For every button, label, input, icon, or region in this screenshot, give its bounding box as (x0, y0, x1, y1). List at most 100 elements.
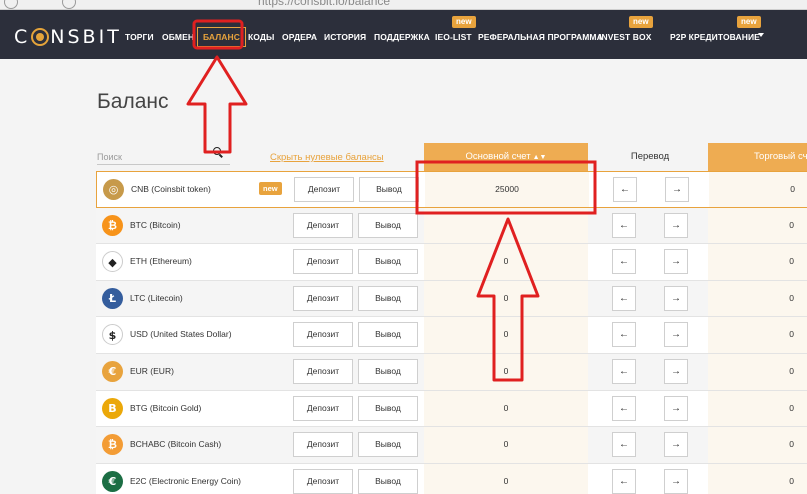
trading-account-balance: 0 (789, 439, 794, 450)
main-account-balance: 0 (503, 329, 509, 340)
transfer-right-icon[interactable]: → (664, 358, 688, 384)
transfer-left-icon[interactable]: ← (612, 432, 636, 458)
transfer-left-icon[interactable]: ← (612, 212, 636, 238)
withdraw-button[interactable]: Вывод (358, 432, 418, 458)
withdraw-button[interactable]: Вывод (358, 212, 418, 238)
main-account-balance: 0 (503, 292, 509, 303)
transfer-left-icon[interactable]: ← (612, 468, 636, 494)
transfer-left-icon[interactable]: ← (612, 358, 636, 384)
consbit-logo[interactable]: C NSBIT (14, 26, 122, 48)
transfer-right-icon[interactable]: → (664, 468, 688, 494)
coin-name: ETH (Ethereum) (130, 256, 192, 267)
reload-icon[interactable] (62, 0, 76, 9)
withdraw-button[interactable]: Вывод (358, 285, 418, 311)
trading-account-balance: 0 (789, 256, 794, 267)
deposit-button[interactable]: Депозит (294, 177, 354, 202)
deposit-button[interactable]: Депозит (293, 432, 353, 458)
transfer-right-icon[interactable]: → (664, 395, 688, 421)
nav-referral[interactable]: РЕФЕРАЛЬНАЯ ПРОГРАММА (478, 32, 603, 42)
hide-zero-balances-link[interactable]: Скрыть нулевые балансы (270, 152, 384, 163)
main-account-balance: 0 (503, 365, 509, 376)
transfer-right-icon[interactable]: → (664, 285, 688, 311)
table-row: ₿ BCHABC (Bitcoin Cash) Депозит Вывод 0 ← → 0 (96, 427, 807, 464)
coin-name: E2C (Electronic Energy Coin) (130, 475, 242, 486)
nav-invest-box[interactable]: INVEST BOX (599, 32, 651, 42)
transfer-left-icon[interactable]: ← (612, 249, 636, 275)
trading-account-balance: 0 (789, 475, 794, 486)
deposit-button[interactable]: Депозит (293, 249, 353, 275)
search-icon[interactable] (213, 147, 221, 155)
transfer-left-icon[interactable]: ← (612, 395, 636, 421)
nav-balance[interactable]: БАЛАНС (197, 27, 247, 47)
nav-exchange[interactable]: ОБМЕН (162, 32, 194, 42)
trading-account-balance: 0 (789, 219, 794, 230)
transfer-right-icon[interactable]: → (665, 177, 689, 202)
nav-orders[interactable]: ОРДЕРА (282, 32, 317, 42)
cnb-icon: ◎ (103, 179, 124, 200)
main-account-balance: 25000 (495, 184, 519, 194)
transfer-right-icon[interactable]: → (664, 249, 688, 275)
main-account-balance: 0 (503, 439, 509, 450)
trading-account-balance: 0 (790, 184, 795, 194)
coin-name: BCHABC (Bitcoin Cash) (130, 439, 222, 450)
withdraw-button[interactable]: Вывод (358, 395, 418, 421)
balance-table: ◎ CNB (Coinsbit token) new Депозит Вывод 2500… (96, 171, 807, 494)
nav-trading[interactable]: ТОРГИ (125, 32, 154, 42)
transfer-right-icon[interactable]: → (664, 212, 688, 238)
coin-name: USD (United States Dollar) (130, 329, 232, 340)
sort-icon[interactable]: ▲▼ (533, 154, 547, 161)
search-input[interactable] (97, 152, 207, 162)
new-badge: new (259, 182, 282, 195)
trading-account-balance: 0 (789, 292, 794, 303)
transfer-left-icon[interactable]: ← (613, 177, 637, 202)
eur-icon: € (102, 360, 123, 382)
transfer-right-icon[interactable]: → (664, 432, 688, 458)
main-account-balance: 0 (503, 475, 509, 486)
table-row: ₿ BTC (Bitcoin) Депозит Вывод ← → 0 (96, 207, 807, 245)
btc-icon: ₿ (102, 214, 123, 236)
search-field[interactable] (97, 147, 230, 165)
coin-name: EUR (EUR) (130, 365, 174, 376)
deposit-button[interactable]: Депозит (293, 322, 353, 348)
table-row: $ USD (United States Dollar) Депозит Вывод 0… (96, 317, 807, 354)
chevron-down-icon[interactable] (758, 33, 764, 37)
nav-codes[interactable]: КОДЫ (248, 32, 274, 42)
deposit-button[interactable]: Депозит (293, 212, 353, 238)
main-account-header[interactable]: Основной счет ▲▼ (424, 143, 588, 171)
withdraw-button[interactable]: Вывод (358, 249, 418, 275)
nav-history[interactable]: ИСТОРИЯ (324, 32, 366, 42)
withdraw-button[interactable]: Вывод (359, 177, 419, 202)
table-row: B BTG (Bitcoin Gold) Депозит Вывод 0 ← → 0 (96, 390, 807, 428)
table-row: ◆ ETH (Ethereum) Депозит Вывод 0 ← → 0 (96, 244, 807, 281)
withdraw-button[interactable]: Вывод (358, 358, 418, 384)
deposit-button[interactable]: Депозит (293, 285, 353, 311)
nav-p2p-lending[interactable]: P2P КРЕДИТОВАНИЕ (670, 32, 760, 42)
address-bar[interactable]: https://consbit.io/balance (258, 0, 390, 8)
withdraw-button[interactable]: Вывод (358, 468, 418, 494)
e2c-icon: € (102, 470, 123, 492)
table-row: € E2C (Electronic Energy Coin) Депозит Выво… (96, 463, 807, 494)
trading-account-balance: 0 (789, 402, 794, 413)
coin-name: BTC (Bitcoin) (130, 219, 181, 230)
transfer-left-icon[interactable]: ← (612, 322, 636, 348)
deposit-button[interactable]: Депозит (293, 358, 353, 384)
table-row: Ł LTC (Litecoin) Депозит Вывод 0 ← → 0 (96, 280, 807, 318)
transfer-header: Перевод (630, 151, 670, 162)
withdraw-button[interactable]: Вывод (358, 322, 418, 348)
trading-account-balance: 0 (789, 365, 794, 376)
main-account-balance: 0 (503, 256, 509, 267)
table-row: ◎ CNB (Coinsbit token) new Депозит Вывод 2500… (96, 171, 807, 208)
transfer-left-icon[interactable]: ← (612, 285, 636, 311)
deposit-button[interactable]: Депозит (293, 468, 353, 494)
table-row: € EUR (EUR) Депозит Вывод 0 ← → 0 (96, 353, 807, 391)
nav-support[interactable]: ПОДДЕРЖКА (374, 32, 430, 42)
top-navigation: C NSBIT ТОРГИ ОБМЕН БАЛАНС КОДЫ ОРДЕРА ИС… (0, 10, 807, 59)
eth-icon: ◆ (102, 251, 123, 273)
deposit-button[interactable]: Депозит (293, 395, 353, 421)
page-title: Баланс (97, 90, 169, 113)
back-icon[interactable] (4, 0, 18, 9)
coin-name: CNB (Coinsbit token) (131, 184, 211, 194)
transfer-right-icon[interactable]: → (664, 322, 688, 348)
nav-ieo-list[interactable]: IEO-LIST (435, 32, 472, 42)
ltc-icon: Ł (102, 287, 123, 309)
